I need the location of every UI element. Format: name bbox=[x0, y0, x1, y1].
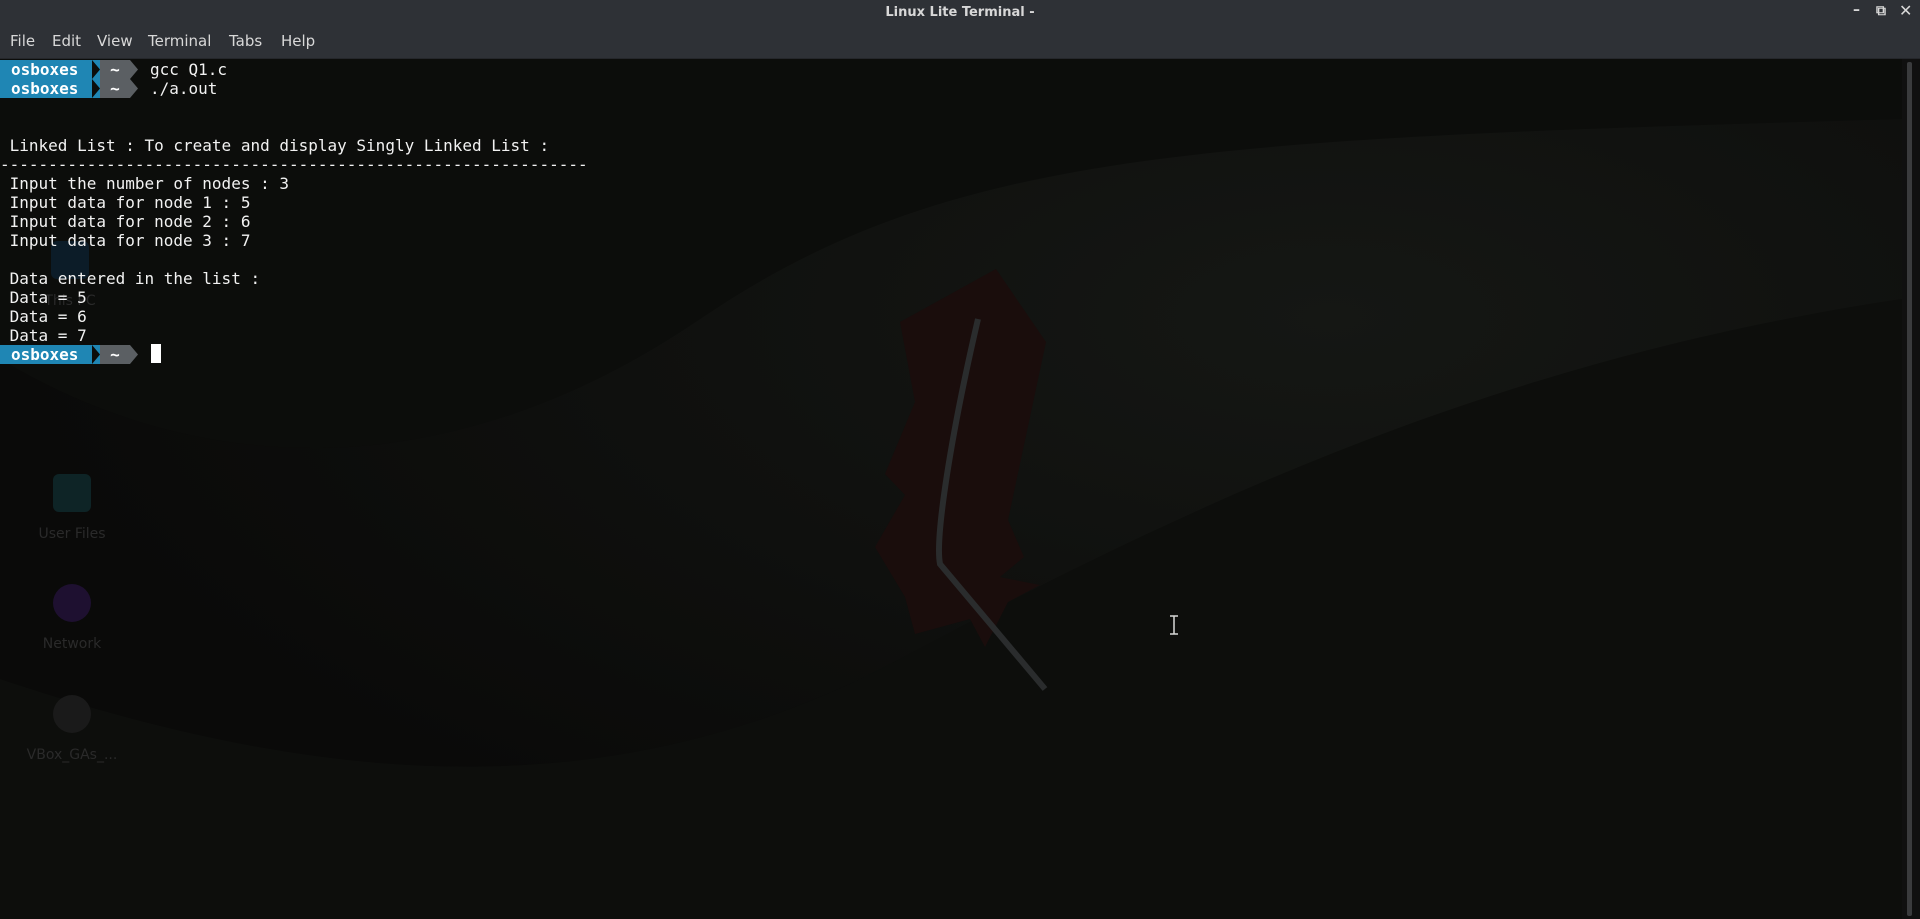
menu-tabs[interactable]: Tabs bbox=[229, 32, 262, 50]
ibeam-cursor-icon bbox=[1170, 615, 1178, 635]
desktop-icon-user-files: User Files bbox=[12, 474, 132, 542]
shell-prompt: osboxes ~ bbox=[0, 79, 140, 98]
output-line: Input data for node 2 : 6 bbox=[0, 212, 251, 231]
title-bar: Linux Lite Terminal - – ⧉ ✕ bbox=[0, 0, 1920, 25]
prompt-dir: ~ bbox=[100, 345, 130, 364]
terminal-area[interactable]: This PC User Files Network VBox_GAs_... … bbox=[0, 59, 1902, 919]
globe-icon bbox=[53, 584, 91, 622]
prompt-dir: ~ bbox=[100, 79, 130, 98]
maximize-icon[interactable]: ⧉ bbox=[1876, 3, 1886, 19]
close-icon[interactable]: ✕ bbox=[1899, 1, 1912, 20]
output-data-heading: Data entered in the list : bbox=[0, 269, 261, 288]
output-heading: Linked List : To create and display Sing… bbox=[0, 136, 550, 155]
output-separator: ----------------------------------------… bbox=[0, 155, 588, 174]
menu-file[interactable]: File bbox=[10, 32, 35, 50]
output-line: Input data for node 1 : 5 bbox=[0, 193, 251, 212]
menu-help[interactable]: Help bbox=[281, 32, 315, 50]
command-line: gcc Q1.c bbox=[150, 60, 228, 79]
output-line: Data = 5 bbox=[0, 288, 87, 307]
desktop-icon-network: Network bbox=[12, 584, 132, 652]
scrollbar[interactable] bbox=[1902, 59, 1920, 919]
text-cursor bbox=[151, 344, 161, 363]
scrollbar-thumb[interactable] bbox=[1907, 62, 1912, 916]
prompt-dir: ~ bbox=[100, 60, 130, 79]
output-line: Input data for node 3 : 7 bbox=[0, 231, 251, 250]
command-line: ./a.out bbox=[150, 79, 218, 98]
menu-terminal[interactable]: Terminal bbox=[148, 32, 211, 50]
menu-edit[interactable]: Edit bbox=[52, 32, 81, 50]
shell-prompt: osboxes ~ bbox=[0, 60, 140, 79]
menu-bar: File Edit View Terminal Tabs Help bbox=[0, 25, 1920, 59]
disc-icon bbox=[53, 695, 91, 733]
output-line: Input the number of nodes : 3 bbox=[0, 174, 289, 193]
shell-prompt: osboxes ~ bbox=[0, 345, 140, 364]
minimize-icon[interactable]: – bbox=[1853, 2, 1860, 18]
folder-icon bbox=[53, 474, 91, 512]
output-line: Data = 7 bbox=[0, 326, 87, 345]
window-title: Linux Lite Terminal - bbox=[885, 5, 1035, 20]
output-line: Data = 6 bbox=[0, 307, 87, 326]
menu-view[interactable]: View bbox=[97, 32, 133, 50]
desktop-icon-vbox: VBox_GAs_... bbox=[12, 695, 132, 763]
